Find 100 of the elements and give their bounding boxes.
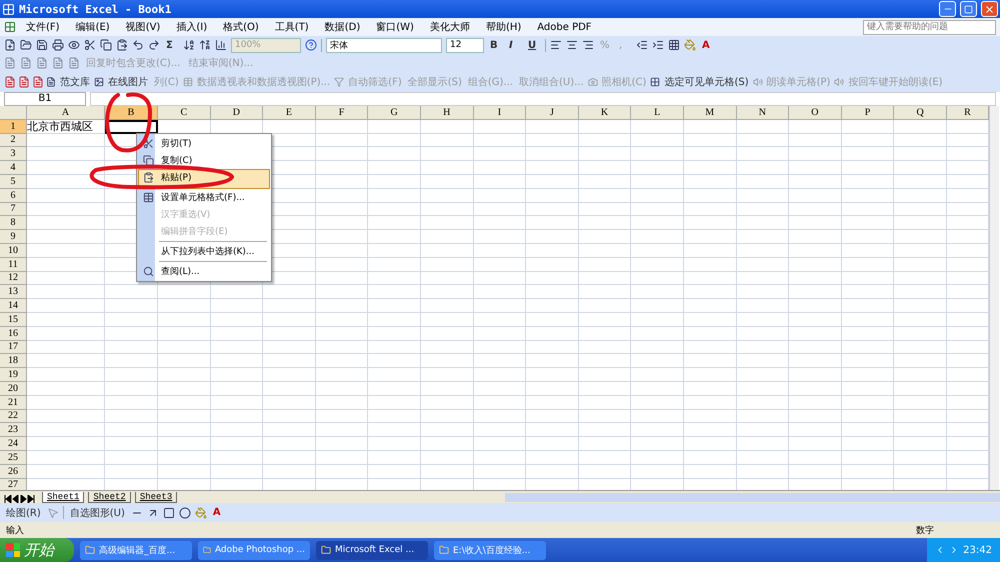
autoshapes-button[interactable]: 自选图形(U)	[68, 505, 127, 520]
font-size-combo[interactable]: 12	[446, 38, 484, 52]
align-center-icon[interactable]	[566, 39, 578, 51]
column-header[interactable]: L	[631, 106, 684, 120]
menu-item[interactable]: 设置单元格格式(F)...	[138, 189, 270, 206]
underline-button[interactable]: U	[526, 38, 541, 52]
copy-icon[interactable]	[100, 39, 112, 51]
review-tool-icon[interactable]	[20, 57, 32, 69]
review-tool-icon[interactable]	[52, 57, 64, 69]
folder-icon[interactable]	[20, 39, 32, 51]
speaker-icon[interactable]	[752, 77, 763, 87]
menu-item[interactable]: Adobe PDF	[531, 22, 598, 32]
row-header[interactable]: 4	[0, 161, 27, 175]
sort-ascending-icon[interactable]	[183, 39, 195, 51]
close-button[interactable]	[981, 1, 998, 17]
menu-item[interactable]: 工具(T)	[268, 20, 315, 34]
help-icon[interactable]	[305, 39, 317, 51]
chart-icon[interactable]	[215, 39, 227, 51]
row-header[interactable]: 21	[0, 396, 27, 410]
row-header[interactable]: 5	[0, 174, 27, 189]
font-combo[interactable]: 宋体	[326, 38, 442, 52]
menu-item[interactable]: 插入(I)	[170, 20, 214, 34]
horizontal-scrollbar[interactable]	[505, 493, 1000, 502]
taskbar-button[interactable]: 高级编辑器_百度...	[80, 540, 192, 560]
column-header[interactable]: K	[578, 106, 632, 120]
row-header[interactable]: 25	[0, 450, 27, 465]
row-header[interactable]: 14	[0, 299, 27, 313]
row-header[interactable]: 11	[0, 258, 27, 272]
column-header[interactable]: M	[684, 106, 737, 120]
vertical-scrollbar[interactable]	[988, 106, 999, 490]
taskbar-button[interactable]: Microsoft Excel ...	[316, 540, 428, 560]
image-icon[interactable]	[94, 77, 104, 87]
sort-descending-icon[interactable]	[199, 39, 211, 51]
row-header[interactable]: 2	[0, 134, 27, 148]
italic-button[interactable]: I	[507, 38, 522, 52]
sum-button[interactable]: Σ	[164, 38, 179, 52]
row-header[interactable]: 6	[0, 188, 27, 203]
menu-item[interactable]: 窗口(W)	[370, 20, 420, 34]
column-header[interactable]: Q	[894, 106, 947, 120]
document-icon[interactable]	[46, 77, 56, 87]
row-header[interactable]: 27	[0, 478, 27, 490]
select-all-corner[interactable]	[0, 106, 27, 120]
row-header[interactable]: 15	[0, 312, 27, 327]
menu-item[interactable]: 视图(V)	[120, 20, 166, 34]
menu-item[interactable]: 格式(O)	[217, 20, 265, 34]
menu-item[interactable]: 文件(F)	[20, 20, 66, 34]
menu-item[interactable]: 查阅(L)...	[138, 263, 270, 280]
align-left-icon[interactable]	[550, 39, 562, 51]
taskbar-button[interactable]: E:\收入\百度经验...	[434, 540, 546, 560]
column-header[interactable]: C	[158, 106, 211, 120]
row-header[interactable]: 16	[0, 326, 27, 341]
indent-decrease-icon[interactable]	[636, 39, 648, 51]
start-button[interactable]: 开始	[0, 538, 74, 562]
minimize-button[interactable]	[939, 1, 956, 17]
menu-item[interactable]: 数据(D)	[318, 20, 366, 34]
filter-icon[interactable]	[334, 77, 344, 87]
borders-icon[interactable]	[668, 39, 680, 51]
print-icon[interactable]	[52, 39, 64, 51]
cut-icon[interactable]	[84, 39, 96, 51]
column-header[interactable]: A	[27, 106, 105, 120]
column-header[interactable]: J	[526, 106, 579, 120]
column-header[interactable]: P	[842, 106, 894, 120]
menu-item[interactable]: 帮助(H)	[480, 20, 528, 34]
pdf-icon[interactable]	[32, 76, 44, 88]
oval-icon[interactable]	[178, 506, 191, 518]
font-color-button[interactable]: A	[700, 38, 715, 52]
pdf-icon[interactable]	[18, 76, 30, 88]
row-header[interactable]: 9	[0, 230, 27, 244]
active-cell[interactable]	[105, 120, 158, 134]
row-header[interactable]: 17	[0, 340, 27, 354]
toolbar-button[interactable]: 选定可见单元格(S)	[662, 74, 751, 90]
pdf-icon[interactable]	[4, 76, 16, 88]
column-header[interactable]: H	[420, 106, 474, 120]
help-search-field[interactable]: 键入需要帮助的问题	[863, 20, 996, 34]
row-header[interactable]: 8	[0, 216, 27, 230]
pointer-icon[interactable]	[46, 506, 59, 518]
draw-menu-button[interactable]: 绘图(R)	[4, 505, 43, 520]
row-header[interactable]: 3	[0, 147, 27, 162]
menu-item[interactable]: 编辑(E)	[70, 20, 116, 34]
align-right-icon[interactable]	[582, 39, 594, 51]
column-header[interactable]: F	[316, 106, 368, 120]
review-tool-icon[interactable]	[36, 57, 48, 69]
column-header[interactable]: G	[368, 106, 421, 120]
menu-item[interactable]: 剪切(T)	[138, 135, 270, 152]
menu-item[interactable]: 复制(C)	[138, 152, 270, 169]
row-header[interactable]: 18	[0, 354, 27, 368]
column-header[interactable]: R	[946, 106, 989, 120]
table-cell[interactable]: 北京市西城区	[27, 120, 105, 134]
speaker-icon[interactable]	[834, 77, 844, 87]
row-header[interactable]: 20	[0, 382, 27, 396]
column-header[interactable]: N	[736, 106, 790, 120]
menu-item[interactable]: 美化大师	[424, 20, 476, 34]
fill-color-icon[interactable]	[684, 39, 696, 51]
restore-button[interactable]	[960, 1, 977, 17]
row-header[interactable]: 23	[0, 423, 27, 438]
rectangle-icon[interactable]	[162, 506, 175, 518]
squares-icon[interactable]	[650, 77, 660, 87]
column-header[interactable]: I	[474, 106, 526, 120]
camera-icon[interactable]	[588, 77, 598, 87]
name-box[interactable]: B1	[4, 92, 86, 106]
